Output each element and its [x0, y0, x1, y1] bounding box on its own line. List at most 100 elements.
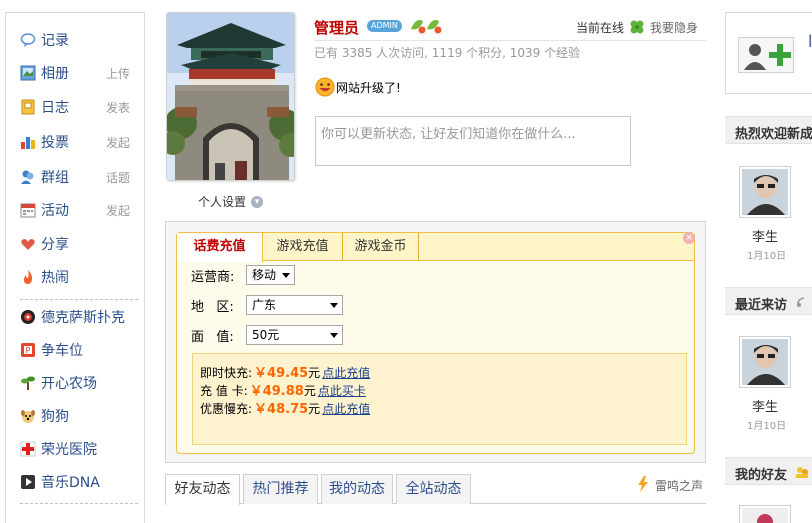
status-message: 网站升级了!: [336, 81, 401, 95]
sidebar-item-label: 日志: [41, 100, 69, 116]
sidebar-divider: [20, 503, 138, 504]
sidebar-app-farm[interactable]: 开心农场: [6, 368, 144, 398]
clover-icon: [630, 20, 644, 34]
sidebar-item-label: 德克萨斯扑克: [41, 310, 125, 326]
friend-photo: [742, 508, 788, 523]
sidebar-item-hot[interactable]: 热闹: [6, 262, 144, 292]
tab-friend-feed[interactable]: 好友动态: [165, 474, 240, 505]
recharge-inner: 话费充值 游戏充值 游戏金币 × 运营商: 移动 地 区: 广东 面 值: 50…: [176, 232, 695, 454]
level-icon: [411, 20, 442, 34]
hospital-icon: [20, 441, 36, 457]
sidebar-item-event[interactable]: 活动 发起: [6, 195, 144, 225]
profile-avatar[interactable]: [166, 12, 295, 181]
personal-settings-link[interactable]: 个人设置 ▾: [198, 193, 264, 210]
photo-album-icon: [20, 65, 36, 81]
friend-date: 1月10日: [747, 421, 787, 432]
tab-game-recharge[interactable]: 游戏充值: [263, 233, 343, 261]
go-invisible-link[interactable]: 我要隐身: [650, 19, 698, 36]
amount-select[interactable]: 50元: [246, 325, 343, 345]
region-label: 地 区:: [191, 299, 234, 315]
sidebar-app-music[interactable]: 音乐DNA: [6, 467, 144, 497]
tab-phone-recharge[interactable]: 话费充值: [177, 233, 263, 262]
friend-photo: [742, 339, 788, 385]
sidebar-item-label: 投票: [41, 135, 69, 151]
sidebar-item-label: 群组: [41, 170, 69, 186]
tab-hot-recommend[interactable]: 热门推荐: [243, 474, 318, 504]
recharge-panel: 话费充值 游戏充值 游戏金币 × 运营商: 移动 地 区: 广东 面 值: 50…: [165, 221, 706, 463]
username[interactable]: 管理员: [314, 17, 359, 38]
tab-game-gold[interactable]: 游戏金币: [343, 233, 419, 261]
sidebar-item-album[interactable]: 相册 上传: [6, 58, 144, 88]
price-amount: ￥49.45: [254, 366, 309, 381]
thunder-voice-link[interactable]: 雷鸣之声: [655, 477, 703, 494]
buy-card-link[interactable]: 点此买卡: [318, 382, 366, 399]
carrier-select[interactable]: 移动: [246, 265, 295, 285]
recent-friend-avatar[interactable]: [739, 336, 791, 388]
add-friend-button[interactable]: [738, 37, 794, 73]
satellite-icon: [797, 297, 805, 307]
admin-badge: ADMIN: [367, 20, 402, 32]
online-status: 当前在线: [576, 21, 625, 35]
sidebar-app-parking[interactable]: P 争车位: [6, 335, 144, 365]
recharge-now-link[interactable]: 点此充值: [322, 364, 370, 381]
sidebar-app-poker[interactable]: 德克萨斯扑克: [6, 302, 144, 332]
close-icon[interactable]: ×: [683, 232, 695, 244]
topic-link[interactable]: 话题: [106, 169, 130, 186]
sidebar-item-label: 争车位: [41, 343, 83, 359]
sidebar-item-label: 热闹: [41, 270, 69, 286]
tab-site-feed[interactable]: 全站动态: [396, 474, 471, 504]
welcome-friend-avatar[interactable]: [739, 166, 791, 218]
thunder-icon: [638, 476, 648, 492]
sidebar-divider: [20, 299, 138, 300]
amount-label: 面 值:: [191, 329, 234, 345]
share-icon: [20, 236, 36, 252]
recharge-tab-bar: 话费充值 游戏充值 游戏金币: [177, 233, 694, 262]
sidebar-item-label: 活动: [41, 203, 69, 219]
record-icon: [20, 32, 36, 48]
my-friends-title: 我的好友: [735, 468, 788, 483]
sidebar-item-blog[interactable]: 日志 发表: [6, 92, 144, 122]
start-event-link[interactable]: 发起: [106, 202, 130, 219]
farm-icon: [20, 375, 36, 391]
sidebar-item-record[interactable]: 记录: [6, 25, 144, 55]
sidebar-app-dog[interactable]: 狗狗: [6, 401, 144, 431]
price-row: 优惠慢充: ￥48.75 元 点此充值: [200, 398, 370, 417]
dog-icon: [20, 408, 36, 424]
welcome-new-section: 热烈欢迎新成: [725, 116, 812, 144]
recent-visitors-title: 最近来访: [735, 298, 788, 313]
sidebar-item-label: 狗狗: [41, 409, 69, 425]
carrier-row: 运营商:: [191, 265, 234, 285]
sidebar-item-poll[interactable]: 投票 发起: [6, 127, 144, 157]
parking-icon: P: [20, 342, 36, 358]
region-select[interactable]: 广东: [246, 295, 343, 315]
dropdown-arrow-icon: [330, 333, 338, 338]
status-input[interactable]: 你可以更新状态, 让好友们知道你在做什么...: [315, 116, 631, 166]
sidebar-item-group[interactable]: 群组 话题: [6, 162, 144, 192]
sidebar-item-label: 音乐DNA: [41, 475, 100, 491]
profile-stats: 已有 3385 人次访问, 1119 个积分, 1039 个经验: [314, 46, 581, 60]
friend-name[interactable]: 李生: [752, 396, 778, 415]
region-row: 地 区:: [191, 295, 234, 315]
friend-name[interactable]: 李生: [752, 226, 778, 245]
welcome-title: 热烈欢迎新成: [735, 127, 812, 142]
upload-link[interactable]: 上传: [106, 65, 130, 82]
recharge-now-link[interactable]: 点此充值: [322, 400, 370, 417]
sidebar-app-hospital[interactable]: 荣光医院: [6, 434, 144, 464]
start-poll-link[interactable]: 发起: [106, 134, 130, 151]
friends-icon: [796, 467, 808, 478]
group-icon: [20, 169, 36, 185]
publish-blog-link[interactable]: 发表: [106, 99, 130, 116]
my-friends-section: 我的好友: [725, 457, 812, 485]
sidebar-item-label: 相册: [41, 66, 69, 82]
header-divider: [314, 40, 706, 41]
blog-icon: [20, 99, 36, 115]
price-amount: ￥49.88: [249, 384, 304, 399]
tab-my-feed[interactable]: 我的动态: [321, 474, 393, 504]
friend-avatar[interactable]: [739, 505, 791, 523]
sidebar-item-share[interactable]: 分享: [6, 229, 144, 259]
dropdown-arrow-icon: [330, 303, 338, 308]
add-user-icon: [744, 44, 791, 70]
friend-date: 1月10日: [747, 251, 787, 262]
price-amount: ￥48.75: [254, 402, 309, 417]
amount-row: 面 值:: [191, 325, 234, 345]
